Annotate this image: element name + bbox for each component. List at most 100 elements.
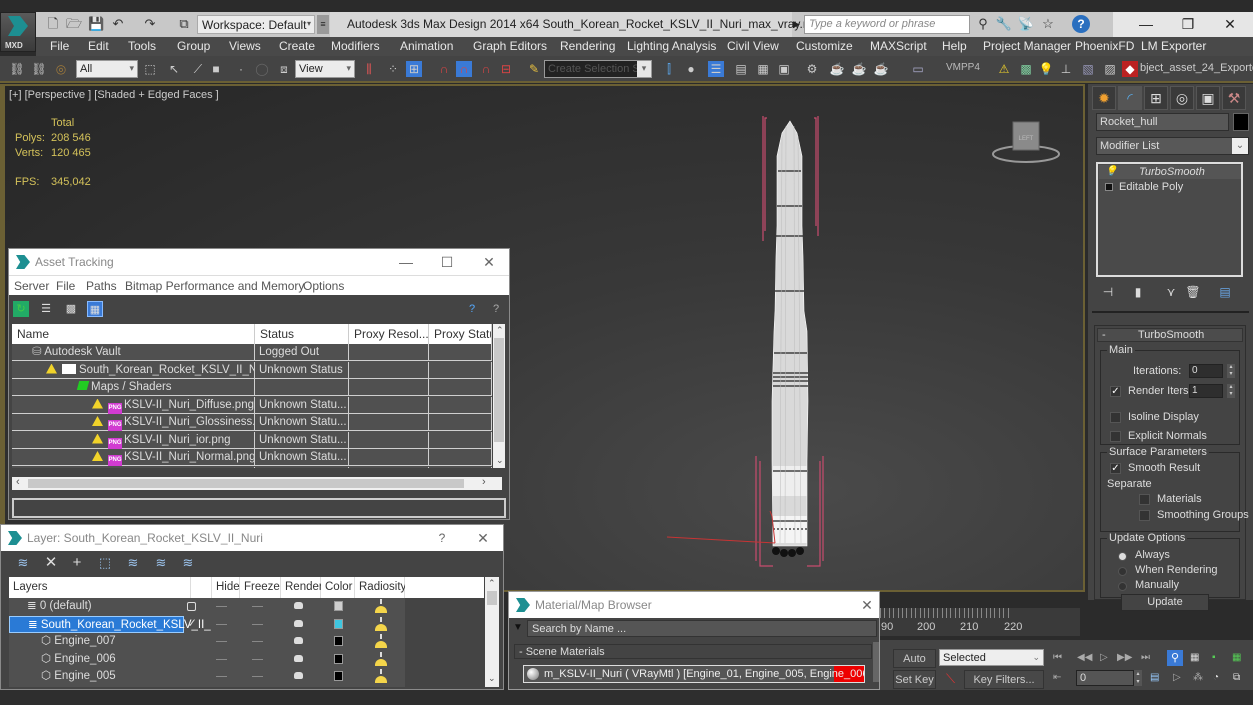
update-button[interactable]: Update xyxy=(1121,594,1209,611)
binoculars-icon[interactable]: ⚲ xyxy=(974,15,992,33)
column-header-status[interactable]: Status xyxy=(255,324,349,344)
iterations-spinner[interactable]: 0 xyxy=(1189,364,1223,378)
auto-key-button[interactable]: Auto Key xyxy=(893,649,936,683)
menu-options[interactable]: Options xyxy=(303,279,344,293)
iterations-spinner-arrows[interactable]: ▴ ▾ xyxy=(1227,364,1235,378)
column-header-current[interactable] xyxy=(191,577,212,598)
field-of-view-icon[interactable]: ▦ xyxy=(1232,651,1241,665)
separate-materials-checkbox[interactable] xyxy=(1139,494,1150,505)
layer-color-swatch[interactable] xyxy=(334,653,343,664)
render-teapot-icon[interactable] xyxy=(294,619,303,627)
render-setup-icon[interactable]: ☕ xyxy=(829,61,845,77)
layer-manager-icon[interactable]: ☰ xyxy=(708,61,724,77)
keyboard-shortcut-override-icon[interactable]: ⊞ xyxy=(406,61,422,77)
render-teapot-icon[interactable] xyxy=(294,602,303,609)
create-tab[interactable]: ✹ xyxy=(1092,86,1116,110)
modifier-list-dropdown[interactable]: Modifier List ⌄ xyxy=(1096,137,1249,155)
thumbnail-view-icon[interactable]: ▩ xyxy=(63,301,79,317)
maximize-viewport-icon[interactable]: ⧉ xyxy=(1233,671,1240,685)
vertical-scrollbar[interactable]: ⌃ ⌄ xyxy=(493,324,505,468)
workspace-dropdown[interactable]: Workspace: Default ▾ xyxy=(197,15,315,34)
column-header-proxy-resolution[interactable]: Proxy Resol... xyxy=(349,324,429,344)
column-header-freeze[interactable]: Freeze xyxy=(240,577,281,598)
select-manipulate-icon[interactable]: ⁘ xyxy=(385,61,401,77)
object-color-swatch[interactable] xyxy=(1233,113,1249,131)
menu-bitmap-performance[interactable]: Bitmap Performance and Memory xyxy=(125,279,304,293)
asset-row[interactable]: South_Korean_Rocket_KSLV_II_Nur...Unknow… xyxy=(12,361,492,379)
project-folder-icon[interactable]: ⧉ xyxy=(176,16,192,32)
scene-materials-group-header[interactable]: - Scene Materials xyxy=(514,644,872,659)
menu-create[interactable]: Create xyxy=(279,39,315,53)
light-bulb-icon[interactable]: 💡 xyxy=(1105,165,1117,179)
asset-row[interactable]: ⛁ Autodesk Vault Logged Out xyxy=(12,344,492,361)
new-file-icon[interactable]: 🗋 xyxy=(45,16,61,32)
zoom-region-icon[interactable]: ▪ xyxy=(1212,651,1216,665)
key-mode-toggle-icon[interactable]: ⇤ xyxy=(1053,671,1061,685)
graphite-ribbon-icon[interactable]: ▤ xyxy=(733,61,749,77)
script-window-icon[interactable]: ▧ xyxy=(1080,61,1096,77)
create-new-layer-icon[interactable]: ≋ xyxy=(15,555,31,571)
menu-graph-editors[interactable]: Graph Editors xyxy=(473,39,547,53)
menu-help[interactable]: Help xyxy=(942,39,967,53)
reference-coordinate-dropdown[interactable]: View ▾ xyxy=(295,60,355,78)
hierarchy-tab[interactable]: ⊞ xyxy=(1144,86,1168,110)
menu-customize[interactable]: Customize xyxy=(796,39,853,53)
render-teapot-icon[interactable] xyxy=(294,654,303,662)
layer-name[interactable]: ≣ 0 (default) xyxy=(9,598,184,615)
layer-color-swatch[interactable] xyxy=(334,601,343,611)
add-to-layer-icon[interactable]: + xyxy=(69,555,85,571)
asset-row[interactable]: PNGKSLV-II_Nuri_Reflection.p...Unknown S… xyxy=(12,466,492,468)
render-production-icon[interactable]: ☕ xyxy=(873,61,889,77)
menu-phoenixfd[interactable]: PhoenixFD xyxy=(1075,39,1134,53)
material-search-input[interactable]: Search by Name ... xyxy=(527,620,877,637)
table-view-icon[interactable]: ▦ xyxy=(87,301,103,317)
scrollbar-thumb[interactable] xyxy=(28,479,464,488)
stack-item-editable-poly[interactable]: Editable Poly xyxy=(1099,180,1241,194)
isoline-display-checkbox[interactable] xyxy=(1110,412,1121,423)
menu-modifiers[interactable]: Modifiers xyxy=(331,39,380,53)
restore-button[interactable]: ❐ xyxy=(1167,12,1209,37)
select-rotate-icon[interactable]: ◯ xyxy=(254,61,270,77)
angle-snap-icon[interactable]: ∩ xyxy=(456,61,472,77)
smooth-result-checkbox[interactable]: ✓ xyxy=(1110,463,1121,474)
hide-toggle[interactable] xyxy=(216,658,227,660)
rendered-frame-window-icon[interactable]: ☕ xyxy=(851,61,867,77)
menu-views[interactable]: Views xyxy=(229,39,261,53)
make-unique-icon[interactable]: ⋎ xyxy=(1163,285,1179,301)
go-to-start-icon[interactable]: ⏮ xyxy=(1053,651,1062,665)
column-header-name[interactable]: Name xyxy=(12,324,255,344)
when-rendering-radio[interactable] xyxy=(1118,567,1127,576)
utilities-tab[interactable]: ⚒ xyxy=(1222,86,1246,110)
menu-rendering[interactable]: Rendering xyxy=(560,39,615,53)
exporter-icon[interactable]: ◆ xyxy=(1122,61,1138,77)
select-scale-icon[interactable]: ⧈ xyxy=(276,61,292,77)
select-layer-icon[interactable]: ≋ xyxy=(125,555,141,571)
horizontal-scrollbar[interactable]: ‹ › xyxy=(12,476,502,490)
render-teapot-icon[interactable] xyxy=(294,672,303,679)
layer-name[interactable]: ≣ South_Korean_Rocket_KSLV_II_ xyxy=(9,615,211,633)
layer-color-swatch[interactable] xyxy=(334,671,343,681)
edit-named-selection-icon[interactable]: ✎ xyxy=(526,61,542,77)
satellite-icon[interactable]: 📡 xyxy=(1017,15,1035,33)
close-button[interactable]: ✕ xyxy=(855,592,879,618)
align-icon[interactable]: ● xyxy=(683,61,699,77)
radiosity-icon[interactable] xyxy=(373,599,389,614)
exporter-script-label[interactable]: bject_asset_24_Exporte xyxy=(1140,62,1253,74)
column-header-layers[interactable]: Layers xyxy=(9,577,191,598)
vmpp-label[interactable]: VMPP4 xyxy=(946,62,980,73)
menu-civil-view[interactable]: Civil View xyxy=(727,39,779,53)
stack-item-turbosmooth[interactable]: 💡 TurboSmooth xyxy=(1099,165,1241,179)
show-end-result-icon[interactable]: ▮ xyxy=(1130,285,1146,301)
scrollbar-thumb[interactable] xyxy=(494,338,504,442)
scroll-up-icon[interactable]: ⌃ xyxy=(488,578,496,589)
create-selection-set-dropdown[interactable]: Create Selection Se ▾ xyxy=(544,60,652,78)
favorites-star-icon[interactable]: ☆ xyxy=(1039,15,1057,33)
unlink-icon[interactable]: ⛓ xyxy=(31,61,47,77)
current-frame-field[interactable]: 0 xyxy=(1076,670,1134,686)
quick-access-menu-icon[interactable]: ≡ xyxy=(317,15,329,34)
rocket-model[interactable] xyxy=(655,111,835,571)
menu-project-manager[interactable]: Project Manager xyxy=(983,39,1071,53)
freeze-toggle[interactable] xyxy=(252,658,263,660)
scroll-down-icon[interactable]: ⌄ xyxy=(496,455,504,466)
asset-row[interactable]: PNG KSLV-II_Nuri_ior.png Unknown Statu... xyxy=(12,431,492,449)
